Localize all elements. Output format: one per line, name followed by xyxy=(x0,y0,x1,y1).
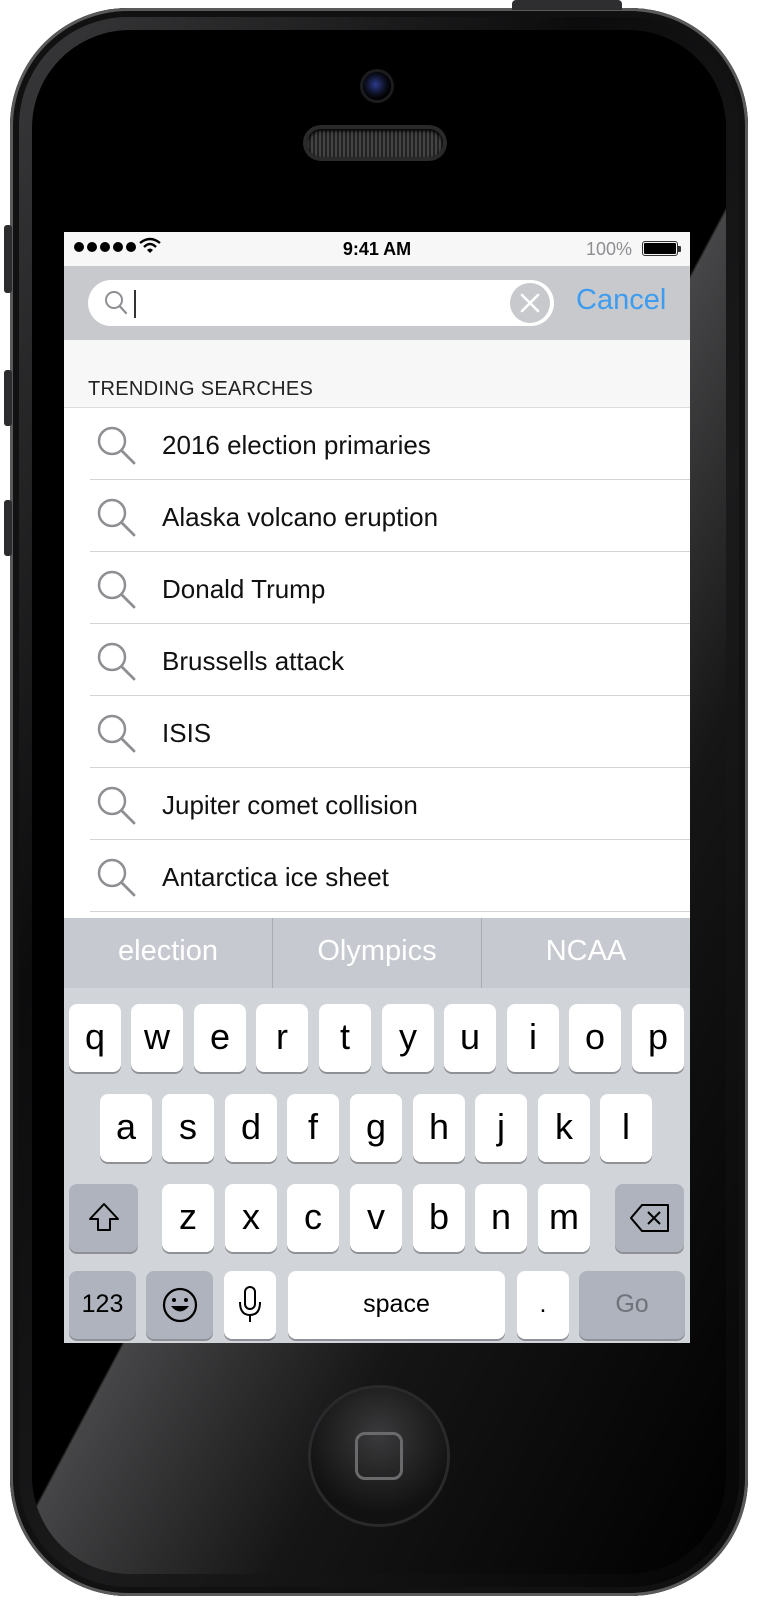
search-field[interactable] xyxy=(88,280,554,326)
trending-item[interactable]: 2016 election primaries xyxy=(64,408,690,480)
key-b[interactable]: b xyxy=(413,1184,465,1252)
key-y[interactable]: y xyxy=(382,1004,434,1072)
trending-item[interactable]: Donald Trump xyxy=(64,552,690,624)
clear-icon xyxy=(520,293,540,313)
trending-label: Antarctica ice sheet xyxy=(162,862,389,892)
clear-button[interactable] xyxy=(510,283,550,323)
key-o[interactable]: o xyxy=(569,1004,621,1072)
battery-percentage: 100% xyxy=(585,239,632,259)
delete-key[interactable] xyxy=(615,1184,684,1252)
emoji-icon xyxy=(162,1287,197,1323)
key-t[interactable]: t xyxy=(319,1004,371,1072)
trending-item[interactable]: Jupiter comet collision xyxy=(64,768,690,840)
volume-down-button xyxy=(4,500,12,556)
key-w[interactable]: w xyxy=(131,1004,183,1072)
search-input[interactable] xyxy=(140,288,494,320)
trending-label: Jupiter comet collision xyxy=(162,790,418,820)
trending-item[interactable]: Alaska volcano eruption xyxy=(64,480,690,552)
microphone-icon xyxy=(239,1286,261,1322)
key-f[interactable]: f xyxy=(287,1094,339,1162)
key-j[interactable]: j xyxy=(475,1094,527,1162)
key-i[interactable]: i xyxy=(507,1004,559,1072)
trending-list: 2016 election primaries Alaska volcano e… xyxy=(64,408,690,912)
emoji-key[interactable] xyxy=(146,1271,213,1339)
shift-key[interactable] xyxy=(69,1184,138,1252)
battery-tip xyxy=(678,246,681,252)
trending-label: ISIS xyxy=(162,718,212,748)
trending-item[interactable]: ISIS xyxy=(64,696,690,768)
trending-label: 2016 election primaries xyxy=(162,430,431,460)
key-l[interactable]: l xyxy=(600,1094,652,1162)
trending-item[interactable]: Antarctica ice sheet xyxy=(64,840,690,912)
home-button[interactable] xyxy=(311,1388,447,1524)
numbers-key[interactable]: 123 xyxy=(69,1271,136,1339)
search-icon xyxy=(97,570,136,609)
key-m[interactable]: m xyxy=(538,1184,590,1252)
shift-icon xyxy=(88,1203,119,1231)
trending-header: TRENDING SEARCHES xyxy=(88,378,314,400)
trending-label: Alaska volcano eruption xyxy=(162,502,439,532)
trending-item[interactable]: Brussells attack xyxy=(64,624,690,696)
battery-icon xyxy=(642,241,678,256)
backspace-icon xyxy=(629,1204,669,1232)
key-x[interactable]: x xyxy=(225,1184,277,1252)
microphone-key[interactable] xyxy=(224,1271,276,1339)
key-p[interactable]: p xyxy=(632,1004,684,1072)
home-square-icon xyxy=(355,1432,403,1480)
keyboard: election Olympics NCAA q w e r t y u i o… xyxy=(64,918,690,1343)
search-bar: Cancel xyxy=(64,266,690,340)
period-key[interactable]: . xyxy=(517,1271,569,1339)
volume-up-button xyxy=(4,370,12,426)
section-header: TRENDING SEARCHES xyxy=(64,340,690,408)
earpiece-speaker xyxy=(307,129,443,157)
key-r[interactable]: r xyxy=(256,1004,308,1072)
space-key[interactable]: space xyxy=(288,1271,505,1339)
key-q[interactable]: q xyxy=(69,1004,121,1072)
search-icon xyxy=(97,498,136,537)
predictive-bar: election Olympics NCAA xyxy=(64,918,690,988)
trending-label: Donald Trump xyxy=(162,574,326,604)
front-camera xyxy=(363,72,391,100)
search-icon xyxy=(97,858,136,897)
search-icon xyxy=(97,786,136,825)
key-h[interactable]: h xyxy=(413,1094,465,1162)
key-u[interactable]: u xyxy=(444,1004,496,1072)
battery-fill xyxy=(644,243,676,254)
search-icon xyxy=(97,426,136,465)
key-s[interactable]: s xyxy=(162,1094,214,1162)
trending-label: Brussells attack xyxy=(162,646,345,676)
suggestion-item[interactable]: NCAA xyxy=(482,918,690,988)
power-button xyxy=(512,0,622,10)
key-d[interactable]: d xyxy=(225,1094,277,1162)
key-g[interactable]: g xyxy=(350,1094,402,1162)
screen: 9:41 AM 100% Cancel TRENDING SEARCHES 20… xyxy=(64,232,690,1343)
text-caret xyxy=(134,290,136,318)
key-v[interactable]: v xyxy=(350,1184,402,1252)
go-key[interactable]: Go xyxy=(579,1271,685,1339)
suggestion-item[interactable]: election xyxy=(64,918,273,988)
key-a[interactable]: a xyxy=(100,1094,152,1162)
search-icon xyxy=(105,291,128,315)
mute-switch xyxy=(4,225,12,293)
status-bar: 9:41 AM 100% xyxy=(64,232,690,266)
search-icon xyxy=(97,714,136,753)
key-k[interactable]: k xyxy=(538,1094,590,1162)
key-e[interactable]: e xyxy=(194,1004,246,1072)
key-n[interactable]: n xyxy=(475,1184,527,1252)
suggestion-item[interactable]: Olympics xyxy=(273,918,482,988)
cancel-button[interactable]: Cancel xyxy=(576,284,666,317)
search-icon xyxy=(97,642,136,681)
key-z[interactable]: z xyxy=(162,1184,214,1252)
key-c[interactable]: c xyxy=(287,1184,339,1252)
